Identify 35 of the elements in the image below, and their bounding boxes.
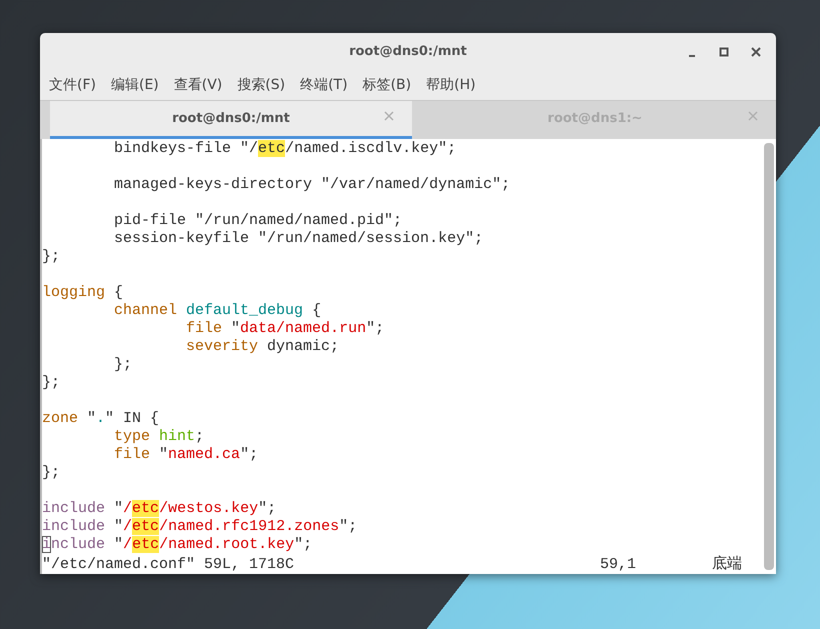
code-line: }; <box>42 374 62 392</box>
code-line: managed-keys-directory "/var/named/dynamic"; <box>113 176 512 194</box>
code-line: session-keyfile "/run/named/session.key"; <box>113 230 484 248</box>
code-line: zone "." IN { <box>42 410 160 428</box>
code-line: type hint; <box>113 428 206 446</box>
close-icon <box>751 47 761 57</box>
menu-item[interactable]: 文件(F) <box>44 74 101 96</box>
code-line: include "/etc/westos.key"; <box>42 500 278 518</box>
menu-item[interactable]: 标签(B) <box>358 74 416 96</box>
code-line: file "named.ca"; <box>113 446 260 464</box>
close-icon <box>748 111 758 121</box>
window-title: root@dns0:/mnt <box>349 44 467 59</box>
code-line: include "/etc/named.rfc1912.zones"; <box>42 518 358 536</box>
menu-item[interactable]: 终端(T) <box>295 74 353 96</box>
menu-item[interactable]: 查看(V) <box>168 74 228 96</box>
menu-item[interactable]: 帮助(H) <box>421 74 481 96</box>
close-icon <box>384 111 394 121</box>
cursor-position: 59,1 <box>600 556 638 574</box>
menu-item[interactable]: 搜索(S) <box>232 74 290 96</box>
code-line: }; <box>113 356 134 374</box>
code-line: file "data/named.run"; <box>185 320 386 338</box>
code-line: channel default_debug { <box>113 302 322 320</box>
maximize-icon <box>719 47 729 57</box>
minimize-icon <box>689 55 695 57</box>
scroll-position: 底端 <box>712 556 742 574</box>
code-line: pid-file "/run/named/named.pid"; <box>113 212 404 230</box>
code-line: severity dynamic; <box>185 338 340 356</box>
code-line: }; <box>42 248 62 266</box>
code-line: bindkeys-file "/etc/named.iscdlv.key"; <box>113 140 458 158</box>
code-line: }; <box>42 464 62 482</box>
code-line: include "/etc/named.root.key"; <box>42 536 314 554</box>
menu-item[interactable]: 编辑(E) <box>106 74 164 96</box>
status-message: "/etc/named.conf" 59L, 1718C <box>42 556 296 574</box>
code-line: logging { <box>42 284 124 302</box>
tab[interactable]: root@dns0:/mnt <box>50 101 412 139</box>
